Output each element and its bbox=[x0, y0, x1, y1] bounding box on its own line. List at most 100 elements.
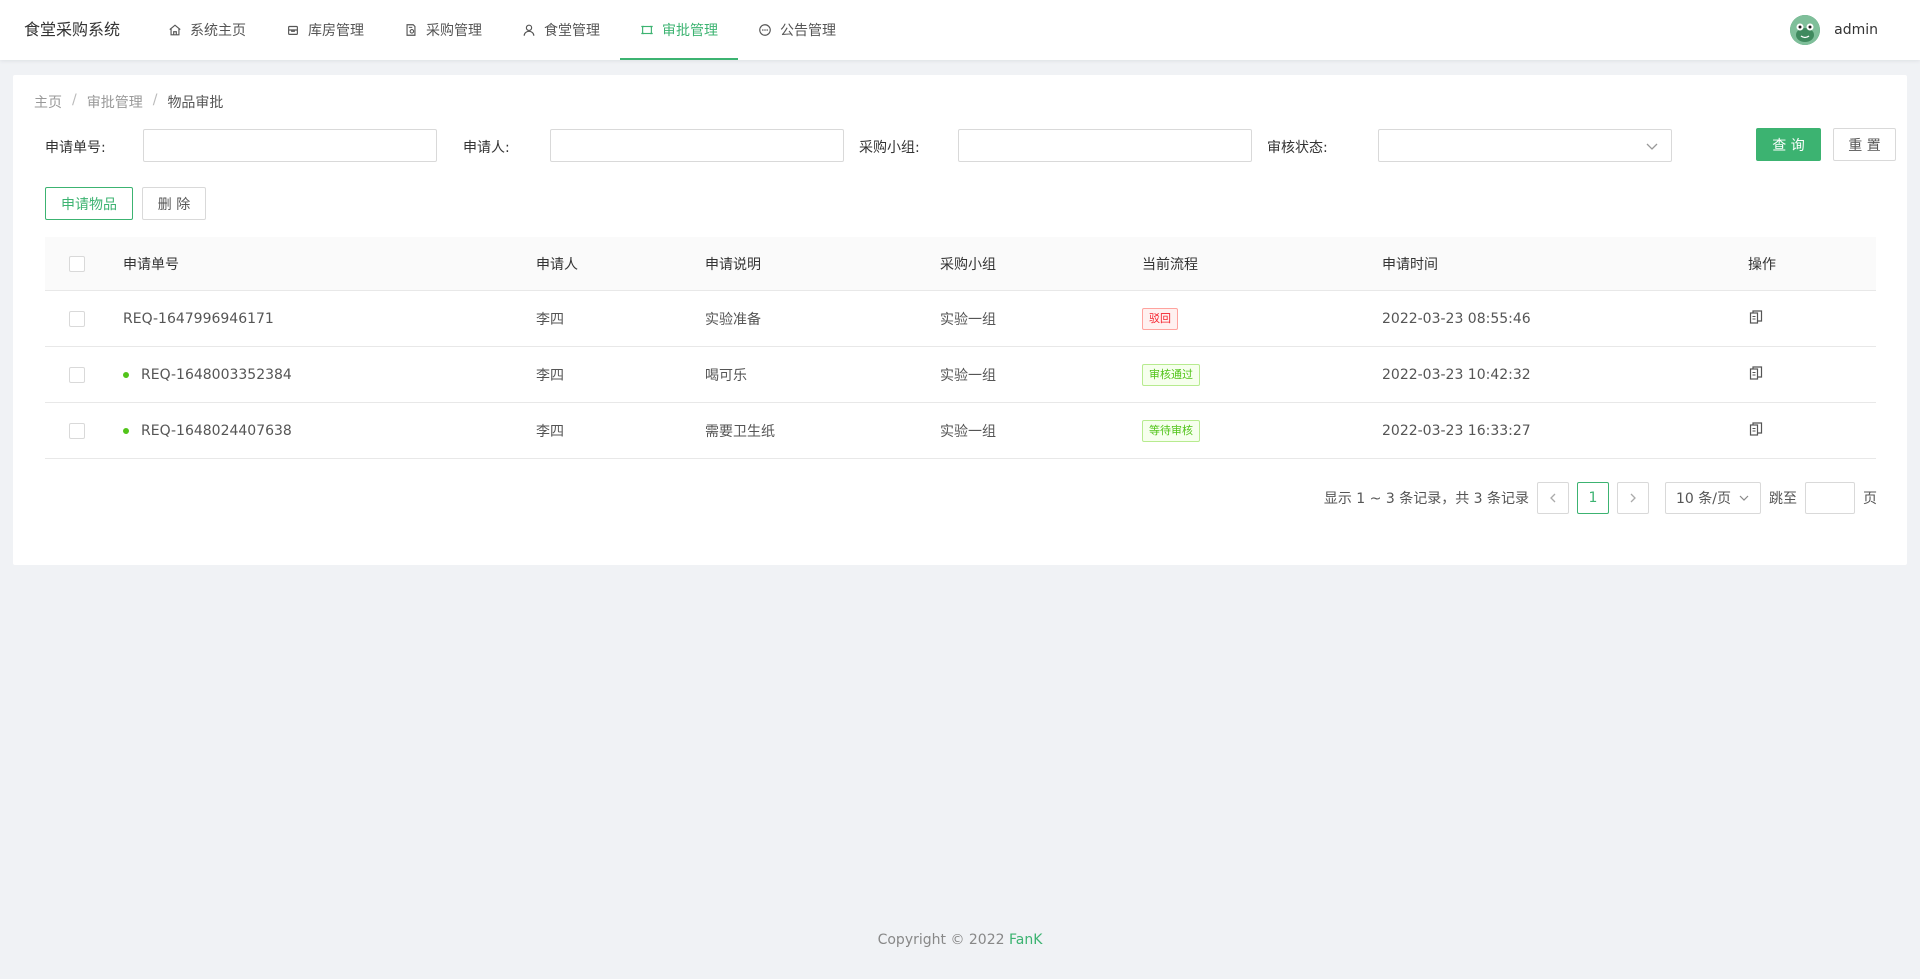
prev-page-button[interactable] bbox=[1537, 482, 1569, 514]
flow-cell: 等待审核 bbox=[1142, 419, 1382, 442]
table-header: 申请单号 申请人 申请说明 采购小组 当前流程 申请时间 操作 bbox=[45, 237, 1876, 291]
nav-label: 审批管理 bbox=[662, 23, 718, 39]
description-cell: 喝可乐 bbox=[705, 367, 747, 384]
next-page-button[interactable] bbox=[1617, 482, 1649, 514]
page-number-button[interactable]: 1 bbox=[1577, 482, 1609, 514]
header-group: 采购小组 bbox=[940, 256, 996, 273]
nav-item-home[interactable]: 系统主页 bbox=[148, 0, 266, 60]
box-icon bbox=[288, 25, 298, 35]
nav-item-approval[interactable]: 审批管理 bbox=[620, 0, 738, 60]
header-description: 申请说明 bbox=[705, 256, 761, 273]
applicant-label: 申请人: bbox=[463, 140, 510, 156]
time-cell: 2022-03-23 16:33:27 bbox=[1382, 422, 1531, 439]
page-size-value: 10 条/页 bbox=[1676, 491, 1731, 507]
query-button[interactable]: 查 询 bbox=[1756, 128, 1821, 161]
chevron-left-icon bbox=[1550, 493, 1556, 503]
header-request-id: 申请单号 bbox=[123, 256, 179, 273]
table-row: REQ-1648003352384 李四 喝可乐 实验一组 审核通过 2022-… bbox=[45, 347, 1876, 403]
flow-cell: 驳回 bbox=[1142, 307, 1382, 330]
table-row: REQ-1647996946171 李四 实验准备 实验一组 驳回 2022-0… bbox=[45, 291, 1876, 347]
approval-icon bbox=[641, 25, 653, 35]
applicant-cell: 李四 bbox=[536, 423, 564, 440]
user-menu[interactable]: admin bbox=[1790, 0, 1878, 60]
flow-cell: 审核通过 bbox=[1142, 363, 1382, 386]
chevron-down-icon bbox=[1739, 495, 1749, 501]
status-badge: 驳回 bbox=[1142, 307, 1178, 330]
request-id-input[interactable] bbox=[143, 129, 437, 162]
nav-item-purchase[interactable]: 采购管理 bbox=[384, 0, 502, 60]
user-name: admin bbox=[1834, 22, 1878, 38]
chevron-down-icon bbox=[1646, 143, 1658, 150]
document-icon bbox=[406, 24, 416, 36]
request-id-cell: REQ-1648003352384 bbox=[123, 367, 536, 383]
status-badge: 审核通过 bbox=[1142, 363, 1200, 386]
breadcrumb-current: 物品审批 bbox=[167, 95, 224, 111]
group-cell: 实验一组 bbox=[940, 423, 996, 440]
nav-item-warehouse[interactable]: 库房管理 bbox=[266, 0, 384, 60]
request-id: REQ-1648024407638 bbox=[141, 422, 292, 439]
breadcrumb-separator: / bbox=[72, 92, 77, 108]
group-input[interactable] bbox=[958, 129, 1252, 162]
home-icon bbox=[169, 24, 181, 36]
app-title: 食堂采购系统 bbox=[24, 20, 121, 39]
reset-button[interactable]: 重 置 bbox=[1833, 128, 1896, 161]
nav-label: 公告管理 bbox=[780, 23, 836, 39]
request-id: REQ-1647996946171 bbox=[123, 310, 274, 327]
breadcrumb-home[interactable]: 主页 bbox=[34, 92, 62, 112]
group-cell: 实验一组 bbox=[940, 367, 996, 384]
approval-table: 申请单号 申请人 申请说明 采购小组 当前流程 申请时间 操作 REQ-1647… bbox=[45, 237, 1876, 459]
status-dot bbox=[123, 427, 129, 434]
request-id-cell: REQ-1648024407638 bbox=[123, 423, 536, 439]
applicant-cell: 李四 bbox=[536, 367, 564, 384]
page-unit-label: 页 bbox=[1863, 491, 1877, 507]
time-cell: 2022-03-23 08:55:46 bbox=[1382, 310, 1531, 327]
nav-item-notice[interactable]: 公告管理 bbox=[738, 0, 856, 60]
table-row: REQ-1648024407638 李四 需要卫生纸 实验一组 等待审核 202… bbox=[45, 403, 1876, 459]
operation-cell bbox=[1748, 421, 1876, 441]
breadcrumb-section[interactable]: 审批管理 bbox=[87, 92, 143, 112]
request-id: REQ-1648003352384 bbox=[141, 366, 292, 383]
jump-page-input[interactable] bbox=[1805, 482, 1855, 514]
group-label: 采购小组: bbox=[859, 140, 920, 156]
row-select-cell bbox=[45, 366, 123, 383]
breadcrumb-separator: / bbox=[152, 92, 158, 108]
description-cell: 需要卫生纸 bbox=[705, 423, 775, 440]
status-select[interactable] bbox=[1378, 129, 1672, 162]
search-form: 申请单号: 申请人: 采购小组: 审核状态: 查 询 重 置 bbox=[45, 128, 1896, 163]
select-all-checkbox[interactable] bbox=[69, 255, 85, 272]
time-cell: 2022-03-23 10:42:32 bbox=[1382, 366, 1531, 383]
footer-brand-link[interactable]: FanK bbox=[1009, 932, 1042, 948]
user-icon bbox=[523, 24, 535, 36]
jump-label: 跳至 bbox=[1769, 491, 1797, 507]
avatar bbox=[1790, 15, 1821, 45]
header-flow: 当前流程 bbox=[1142, 256, 1198, 273]
request-id-cell: REQ-1647996946171 bbox=[123, 311, 536, 327]
footer: Copyright © 2022 FanK bbox=[0, 932, 1920, 948]
status-dot bbox=[123, 371, 129, 378]
select-all-cell bbox=[45, 255, 123, 272]
request-id-label: 申请单号: bbox=[45, 140, 106, 156]
top-header: 食堂采购系统 系统主页 库房管理 采购管理 食堂管理 审批管理 公告管理 adm… bbox=[0, 0, 1920, 60]
nav-label: 采购管理 bbox=[426, 23, 482, 39]
detail-icon[interactable] bbox=[1748, 365, 1764, 381]
status-label: 审核状态: bbox=[1267, 140, 1328, 156]
applicant-input[interactable] bbox=[550, 129, 844, 162]
row-checkbox[interactable] bbox=[69, 422, 85, 439]
nav-label: 库房管理 bbox=[308, 23, 364, 39]
page-size-select[interactable]: 10 条/页 bbox=[1665, 482, 1761, 514]
apply-item-button[interactable]: 申请物品 bbox=[45, 187, 133, 220]
applicant-cell: 李四 bbox=[536, 311, 564, 328]
pagination: 显示 1 ~ 3 条记录，共 3 条记录 1 10 条/页 跳至 页 bbox=[1324, 482, 1877, 514]
copyright-text: Copyright © 2022 bbox=[877, 932, 1005, 948]
header-time: 申请时间 bbox=[1382, 256, 1438, 273]
nav-item-canteen[interactable]: 食堂管理 bbox=[502, 0, 620, 60]
row-select-cell bbox=[45, 422, 123, 439]
delete-button[interactable]: 删 除 bbox=[142, 187, 206, 220]
detail-icon[interactable] bbox=[1748, 309, 1764, 325]
message-icon bbox=[759, 24, 771, 36]
status-badge: 等待审核 bbox=[1142, 419, 1200, 442]
row-checkbox[interactable] bbox=[69, 310, 85, 327]
detail-icon[interactable] bbox=[1748, 421, 1764, 437]
row-checkbox[interactable] bbox=[69, 366, 85, 383]
main-nav: 系统主页 库房管理 采购管理 食堂管理 审批管理 公告管理 bbox=[148, 0, 856, 60]
